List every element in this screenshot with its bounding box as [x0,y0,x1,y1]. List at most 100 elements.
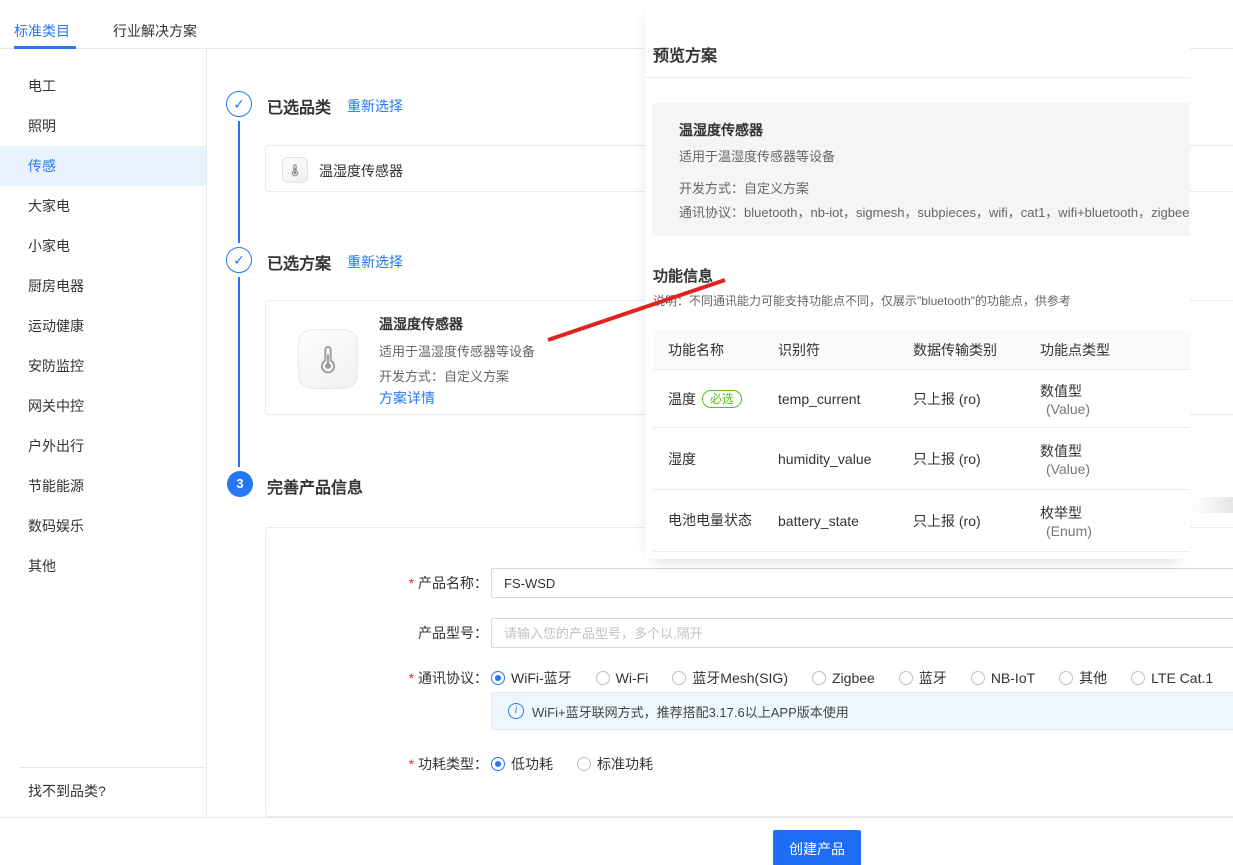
radio-zigbee[interactable]: Zigbee [812,670,875,686]
sidebar-item-small-appliance[interactable]: 小家电 [0,226,206,266]
sidebar-border [206,49,207,817]
sidebar-item-sport-health[interactable]: 运动健康 [0,306,206,346]
solution-desc: 适用于温湿度传感器等设备 [379,341,535,360]
preview-solution-name: 温湿度传感器 [679,120,763,140]
step-connector-1 [238,121,240,243]
active-tab-underline [14,46,76,49]
function-info-title: 功能信息 [653,265,713,286]
sidebar-item-lighting[interactable]: 照明 [0,106,206,146]
radio-wifi[interactable]: Wi-Fi [596,670,649,686]
power-type-label: 功耗类型： [266,755,488,773]
thermometer-icon [282,157,308,183]
underlying-fragment [1190,497,1233,513]
footer-bar: 创建产品 [0,817,1233,865]
selected-category-name: 温湿度传感器 [319,161,403,181]
step-connector-2 [238,277,240,467]
cannot-find-category-link[interactable]: 找不到品类? [28,781,106,801]
radio-selected-icon [491,671,505,685]
preview-dev-mode: 开发方式：自定义方案 [679,178,809,197]
tab-industry-solution[interactable]: 行业解决方案 [113,21,197,41]
step1-title: 已选品类 [267,94,331,118]
radio-icon [672,671,686,685]
sidebar-item-kitchen-appliance[interactable]: 厨房电器 [0,266,206,306]
preview-solution-summary: 温湿度传感器 适用于温湿度传感器等设备 开发方式：自定义方案 通讯协议：blue… [652,103,1190,236]
radio-icon [812,671,826,685]
sidebar-item-outdoor[interactable]: 户外出行 [0,426,206,466]
function-table: 功能名称 识别符 数据传输类别 功能点类型 温度必选 temp_current … [653,330,1190,552]
dp-identifier: battery_state [763,513,898,529]
preview-title: 预览方案 [653,42,717,66]
product-info-form: 产品名称： 产品型号： 通讯协议： WiFi-蓝牙 Wi-Fi 蓝牙Mesh(S… [265,527,1233,817]
dp-identifier: humidity_value [763,451,898,467]
product-model-label: 产品型号： [266,624,488,642]
radio-other[interactable]: 其他 [1059,668,1107,688]
radio-low-power[interactable]: 低功耗 [491,754,553,774]
radio-icon [577,757,591,771]
solution-name: 温湿度传感器 [379,314,463,334]
dp-type: 数值型 [1040,381,1190,401]
radio-icon [1131,671,1145,685]
radio-lte-cat1[interactable]: LTE Cat.1 [1131,670,1213,686]
step2-reselect-link[interactable]: 重新选择 [347,252,403,272]
protocol-label: 通讯协议： [266,669,488,687]
product-name-label: 产品名称： [266,574,488,592]
step2-title: 已选方案 [267,250,331,274]
product-name-input[interactable] [491,568,1233,598]
product-create-page: 标准类目 行业解决方案 电工 照明 传感 大家电 小家电 厨房电器 运动健康 安… [0,0,1233,865]
table-row: 温度必选 temp_current 只上报 (ro) 数值型(Value) [653,370,1190,428]
dp-identifier: temp_current [763,391,898,407]
sidebar-item-sensor[interactable]: 传感 [0,146,206,186]
radio-icon [899,671,913,685]
thermometer-icon-large [298,329,358,389]
solution-dev-mode: 开发方式：自定义方案 [379,366,509,385]
power-radio-group: 低功耗 标准功耗 [491,755,653,773]
table-header-row: 功能名称 识别符 数据传输类别 功能点类型 [653,330,1190,370]
dp-name: 湿度 [653,449,763,469]
step3-number-badge: 3 [227,471,253,497]
solution-detail-link[interactable]: 方案详情 [379,388,435,408]
dp-name: 温度 [668,391,696,407]
step3-title: 完善产品信息 [267,474,363,498]
sidebar-item-electrical[interactable]: 电工 [0,66,206,106]
sidebar-item-energy[interactable]: 节能能源 [0,466,206,506]
radio-selected-icon [491,757,505,771]
radio-nbiot[interactable]: NB-IoT [971,670,1035,686]
function-info-note: 说明：不同通讯能力可能支持功能点不同，仅展示"bluetooth"的功能点，供参… [653,292,1071,309]
preview-divider [645,77,1190,78]
dp-name: 电池电量状态 [653,511,763,530]
radio-icon [971,671,985,685]
sidebar-item-security[interactable]: 安防监控 [0,346,206,386]
dp-transfer: 只上报 (ro) [898,511,1025,531]
radio-icon [596,671,610,685]
preview-solution-desc: 适用于温湿度传感器等设备 [679,146,835,165]
preview-protocols: 通讯协议：bluetooth，nb-iot，sigmesh，subpieces，… [679,202,1189,221]
banner-text: WiFi+蓝牙联网方式，推荐搭配3.17.6以上APP版本使用 [532,702,849,721]
step2-check-icon [226,247,252,273]
radio-ble[interactable]: 蓝牙 [899,668,947,688]
table-row: 电池电量状态 battery_state 只上报 (ro) 枚举型(Enum) [653,490,1190,552]
tab-standard-category[interactable]: 标准类目 [14,21,70,41]
radio-ble-mesh[interactable]: 蓝牙Mesh(SIG) [672,668,788,688]
dp-transfer: 只上报 (ro) [898,389,1025,409]
dp-transfer: 只上报 (ro) [898,449,1025,469]
step1-check-icon [226,91,252,117]
sidebar-item-large-appliance[interactable]: 大家电 [0,186,206,226]
sidebar-item-others[interactable]: 其他 [0,546,206,586]
radio-icon [1059,671,1073,685]
radio-wifi-ble[interactable]: WiFi-蓝牙 [491,668,572,688]
protocol-info-banner: WiFi+蓝牙联网方式，推荐搭配3.17.6以上APP版本使用 [491,692,1233,730]
dp-type: 枚举型 [1040,503,1190,523]
sidebar-footer-divider [20,767,206,768]
protocol-radio-group: WiFi-蓝牙 Wi-Fi 蓝牙Mesh(SIG) Zigbee 蓝牙 NB-I… [491,669,1213,687]
table-row: 湿度 humidity_value 只上报 (ro) 数值型(Value) [653,428,1190,490]
product-model-input[interactable] [491,618,1233,648]
step1-reselect-link[interactable]: 重新选择 [347,96,403,116]
sidebar-item-gateway[interactable]: 网关中控 [0,386,206,426]
sidebar-item-digital-entertainment[interactable]: 数码娱乐 [0,506,206,546]
radio-standard-power[interactable]: 标准功耗 [577,754,653,774]
dp-type: 数值型 [1040,441,1190,461]
info-icon [508,703,524,719]
create-product-button[interactable]: 创建产品 [773,830,861,865]
required-badge: 必选 [702,390,742,408]
solution-preview-panel: 预览方案 温湿度传感器 适用于温湿度传感器等设备 开发方式：自定义方案 通讯协议… [645,0,1190,559]
